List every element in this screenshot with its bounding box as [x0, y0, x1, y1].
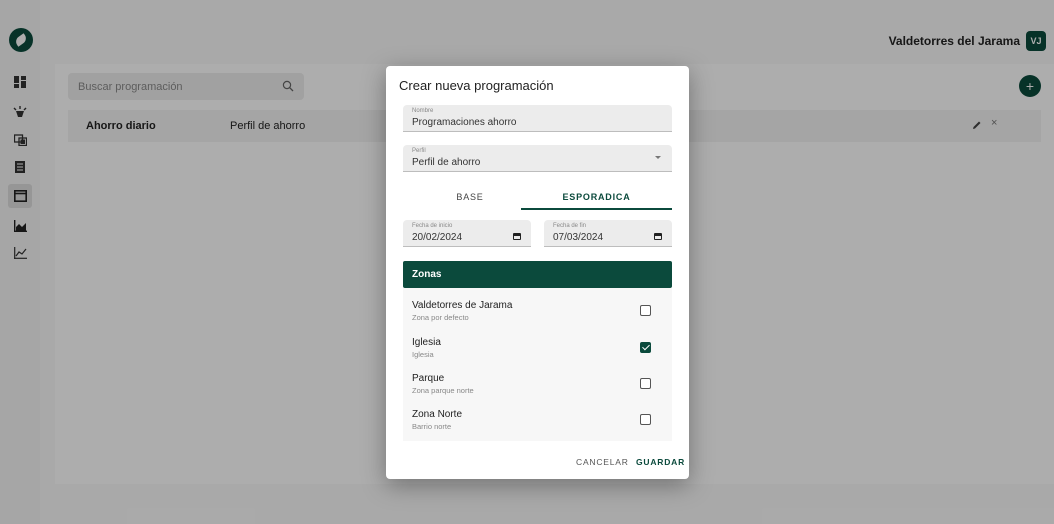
zone-name: Zona Norte [412, 409, 463, 420]
zone-checkbox[interactable] [640, 414, 651, 425]
zone-checkbox[interactable] [640, 342, 651, 353]
zone-checkbox[interactable] [640, 305, 651, 316]
calendar-icon[interactable] [513, 233, 521, 240]
zone-name: Valdetorres de Jarama [412, 300, 513, 311]
tab-esporadica[interactable]: ESPORADICA [521, 184, 672, 210]
name-field-label: Nombre [412, 108, 434, 114]
profile-select-label: Perfil [412, 148, 426, 154]
name-field-value: Programaciones ahorro [412, 117, 517, 128]
zones-title: Zonas [412, 269, 442, 280]
list-item[interactable]: Valdetorres de Jarama Zona por defecto [403, 300, 672, 336]
save-button[interactable]: GUARDAR [636, 457, 685, 467]
zone-subtitle: Barrio norte [412, 422, 452, 431]
zones-list: Valdetorres de Jarama Zona por defecto I… [403, 288, 672, 441]
calendar-icon[interactable] [654, 233, 662, 240]
start-date-label: Fecha de inicio [412, 223, 453, 229]
dialog-title: Crear nueva programación [399, 78, 554, 93]
cancel-button[interactable]: CANCELAR [576, 457, 629, 467]
tab-base[interactable]: BASE [403, 184, 537, 210]
zone-name: Parque [412, 373, 445, 384]
profile-select[interactable]: Perfil Perfil de ahorro [403, 145, 672, 172]
list-item[interactable]: Parque Zona parque norte [403, 373, 672, 409]
zone-checkbox[interactable] [640, 378, 651, 389]
list-item[interactable]: Iglesia Iglesia [403, 337, 672, 373]
start-date-value: 20/02/2024 [412, 232, 463, 243]
zone-subtitle: Iglesia [412, 350, 434, 359]
list-item[interactable]: Zona Norte Barrio norte [403, 409, 672, 445]
profile-select-value: Perfil de ahorro [412, 157, 481, 168]
name-field[interactable]: Nombre Programaciones ahorro [403, 105, 672, 132]
zone-name: Iglesia [412, 337, 441, 348]
create-schedule-dialog: Crear nueva programación Nombre Programa… [386, 66, 689, 479]
end-date-field[interactable]: Fecha de fin 07/03/2024 [544, 220, 672, 247]
zones-header: Zonas [403, 261, 672, 288]
chevron-down-icon [655, 156, 661, 159]
start-date-field[interactable]: Fecha de inicio 20/02/2024 [403, 220, 531, 247]
end-date-label: Fecha de fin [553, 223, 587, 229]
end-date-value: 07/03/2024 [553, 232, 604, 243]
zone-subtitle: Zona parque norte [412, 386, 474, 395]
zone-subtitle: Zona por defecto [412, 313, 469, 322]
